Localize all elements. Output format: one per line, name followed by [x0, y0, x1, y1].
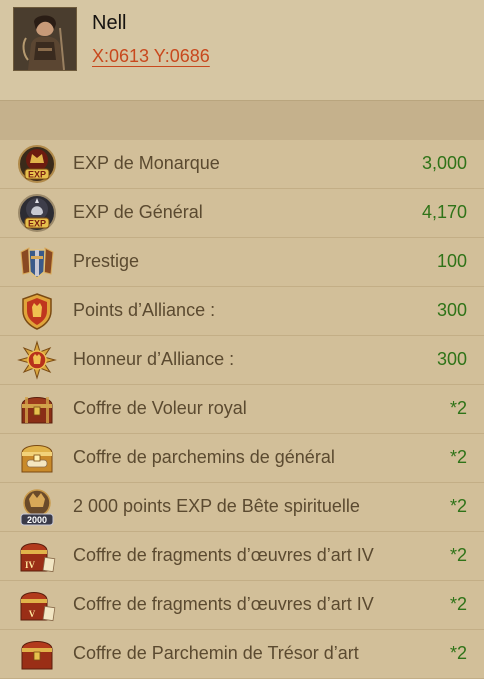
reward-row: Prestige 100	[0, 238, 484, 287]
player-header: Nell X:0613 Y:0686	[0, 0, 484, 100]
exp-badge-text: EXP	[28, 219, 46, 229]
reward-amount: *2	[449, 545, 467, 565]
artwork-fragment-chest-v-icon: V	[17, 585, 57, 625]
reward-row: Coffre de Parchemin de Trésor d’art *2	[0, 630, 484, 679]
reward-label: EXP de Monarque	[73, 153, 220, 173]
reward-label: Coffre de Voleur royal	[73, 398, 247, 418]
section-divider-band	[0, 100, 484, 141]
artwork-fragment-chest-iv-icon: IV	[17, 536, 57, 576]
monarch-exp-icon: EXP	[17, 144, 57, 184]
reward-row: V Coffre de fragments d’œuvres d’art IV …	[0, 581, 484, 630]
reward-amount: 300	[436, 300, 467, 320]
reward-amount: 100	[436, 251, 467, 271]
player-coordinates-link[interactable]: X:0613 Y:0686	[92, 46, 210, 67]
beast-exp-icon: 2000	[17, 487, 57, 527]
player-name: Nell	[92, 12, 127, 34]
reward-label: Coffre de fragments d’œuvres d’art IV	[73, 545, 374, 565]
reward-row: IV Coffre de fragments d’œuvres d’art IV…	[0, 532, 484, 581]
reward-amount: *2	[449, 594, 467, 614]
reward-row: 2000 2 000 points EXP de Bête spirituell…	[0, 483, 484, 532]
reward-label: Points d’Alliance :	[73, 300, 216, 320]
reward-amount: *2	[449, 398, 467, 418]
roman-numeral-text: IV	[25, 560, 36, 570]
beast-amount-text: 2000	[27, 515, 47, 525]
reward-label: Honneur d’Alliance :	[73, 349, 235, 369]
prestige-icon	[17, 242, 57, 282]
alliance-honor-icon	[17, 340, 57, 380]
alliance-points-icon	[17, 291, 57, 331]
reward-amount: *2	[449, 447, 467, 467]
reward-amount: *2	[449, 643, 467, 663]
reward-amount: 3,000	[421, 153, 467, 173]
reward-label: Coffre de fragments d’œuvres d’art IV	[73, 594, 374, 614]
royal-thief-chest-icon	[17, 389, 57, 429]
reward-row: Points d’Alliance : 300	[0, 287, 484, 336]
reward-row: Coffre de Voleur royal *2	[0, 385, 484, 434]
reward-list: EXP EXP de Monarque 3,000 EXP EXP de Gén…	[0, 140, 484, 679]
reward-label: 2 000 points EXP de Bête spirituelle	[73, 496, 360, 516]
roman-numeral-text: V	[29, 609, 36, 619]
reward-label: EXP de Général	[73, 202, 203, 222]
reward-label: Coffre de Parchemin de Trésor d’art	[73, 643, 359, 663]
reward-row: Coffre de parchemins de général *2	[0, 434, 484, 483]
reward-row: EXP EXP de Général 4,170	[0, 189, 484, 238]
player-avatar[interactable]	[13, 7, 77, 71]
reward-label: Coffre de parchemins de général	[73, 447, 335, 467]
reward-row: EXP EXP de Monarque 3,000	[0, 140, 484, 189]
reward-amount: 300	[436, 349, 467, 369]
art-treasure-scroll-chest-icon	[17, 634, 57, 674]
reward-row: Honneur d’Alliance : 300	[0, 336, 484, 385]
reward-amount: *2	[449, 496, 467, 516]
reward-amount: 4,170	[421, 202, 467, 222]
exp-badge-text: EXP	[28, 170, 46, 180]
general-scroll-chest-icon	[17, 438, 57, 478]
reward-label: Prestige	[73, 251, 140, 271]
general-exp-icon: EXP	[17, 193, 57, 233]
